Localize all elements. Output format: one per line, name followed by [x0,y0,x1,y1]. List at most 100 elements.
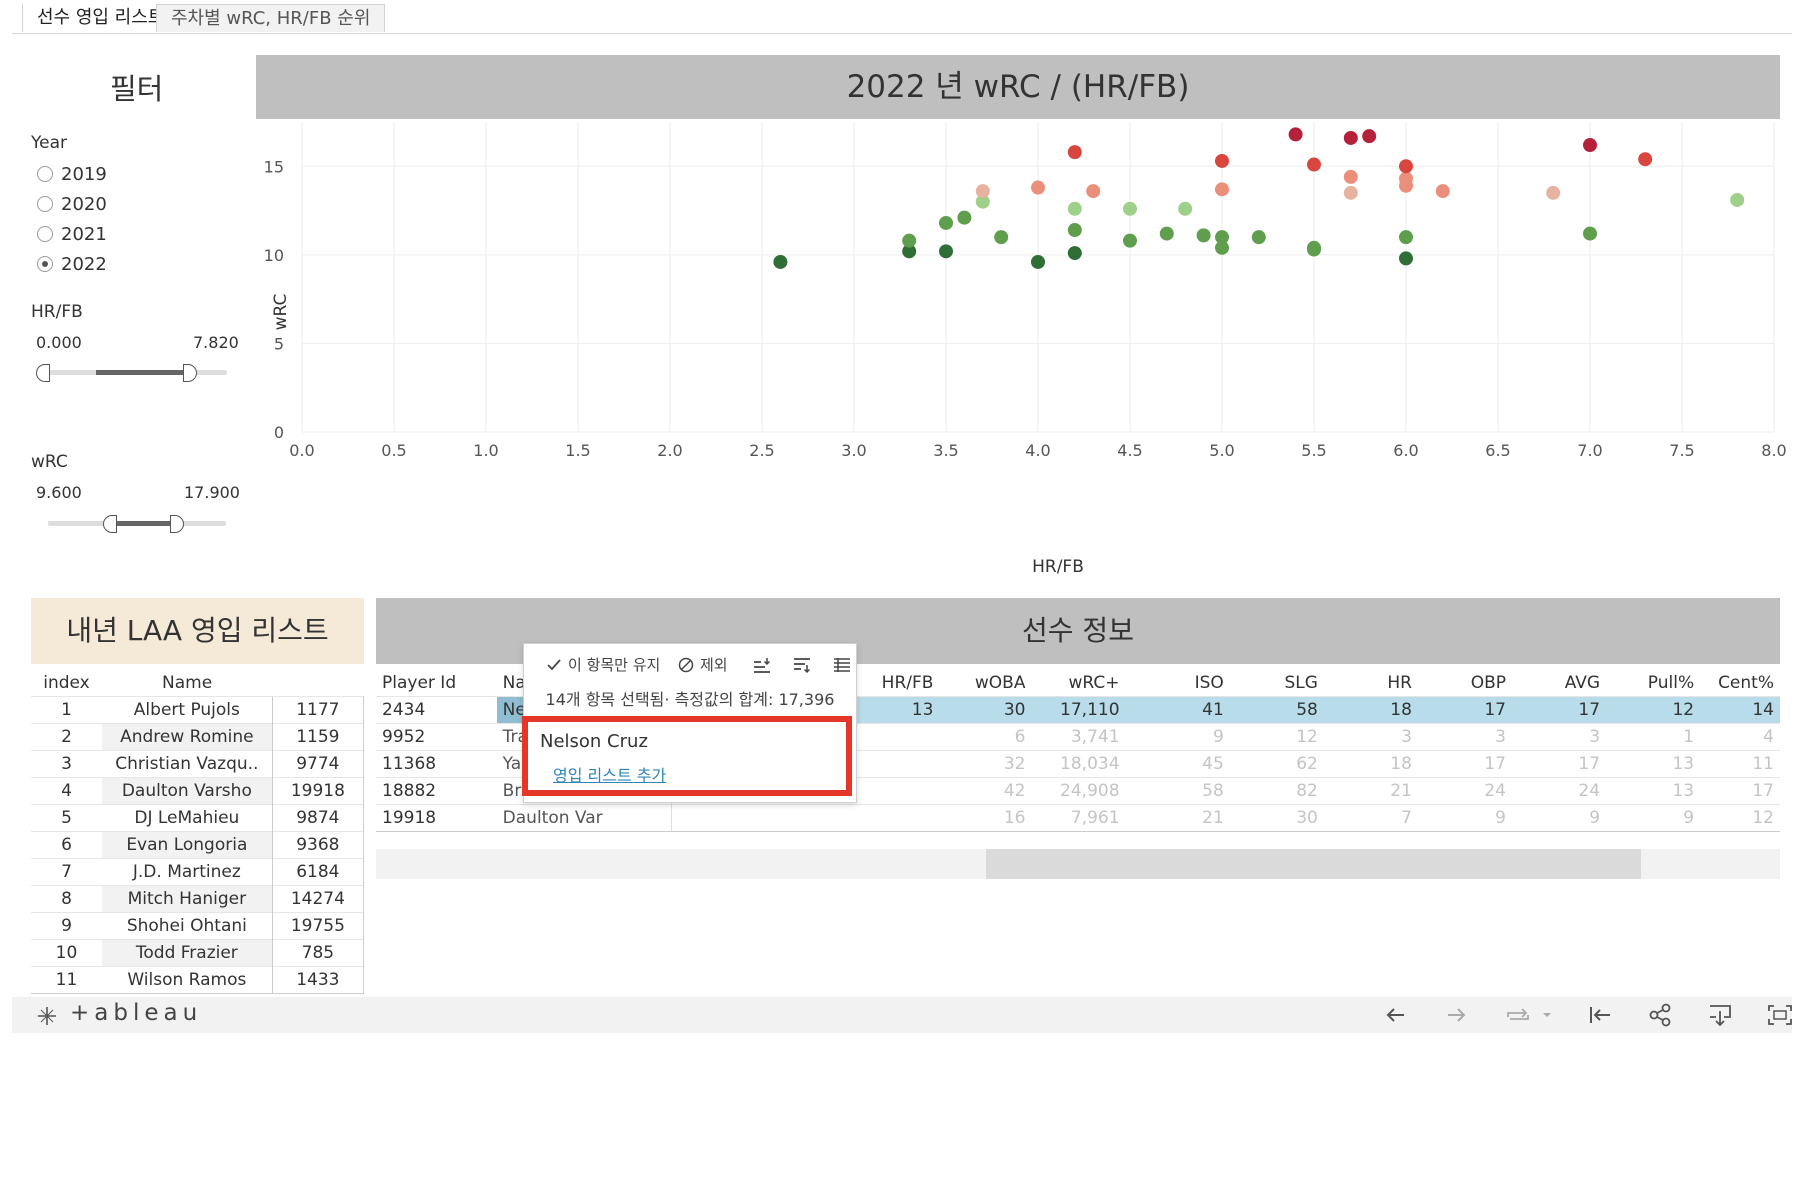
scatter-point[interactable] [1067,223,1082,238]
list-row[interactable]: 10 Todd Frazier 785 [31,939,365,967]
horizontal-scrollbar[interactable] [376,849,1780,879]
scatter-point[interactable] [1067,246,1082,261]
download-icon[interactable] [1706,1003,1734,1027]
share-icon[interactable] [1646,1003,1674,1027]
scatter-point[interactable] [1583,226,1597,241]
list-cell-id: 6184 [271,858,365,886]
year-radio-2019[interactable]: 2019 [37,162,107,186]
scatter-point[interactable] [1307,240,1321,255]
exclude-button[interactable]: 제외 [678,654,728,675]
info-column-header[interactable]: wRC+ [1031,670,1125,697]
info-row[interactable]: 19918 Daulton Var 16 7,961 21 30 7 9 9 9 12 [376,804,1780,832]
scatter-point[interactable] [1178,201,1193,216]
view-data-icon[interactable] [832,656,852,674]
hrfb-max-value[interactable]: 7.820 [193,333,239,352]
reset-icon[interactable] [1586,1003,1614,1027]
info-column-header[interactable]: Player Id [376,670,497,697]
x-tick-label: 3.0 [841,441,866,460]
chevron-down-icon[interactable] [1540,1003,1554,1027]
scatter-point[interactable] [902,233,917,248]
info-column-header[interactable]: HR [1324,670,1418,697]
info-column-header[interactable]: ISO [1126,670,1230,697]
tab-weekly-ranking[interactable]: 주차별 wRC, HR/FB 순위 [156,4,386,32]
info-column-header[interactable]: OBP [1418,670,1512,697]
info-column-header[interactable]: SLG [1230,670,1324,697]
scatter-point[interactable] [1399,159,1413,174]
scatter-point[interactable] [1123,233,1137,248]
scatter-point[interactable] [1196,228,1211,243]
scatter-point[interactable] [1399,251,1413,266]
scatter-point[interactable] [1546,185,1561,200]
scatter-point[interactable] [994,230,1009,245]
scatter-point[interactable] [975,184,990,199]
scatter-point[interactable] [1399,171,1413,186]
add-to-recruit-list-link[interactable]: 영입 리스트 추가 [553,762,666,786]
redo-icon[interactable] [1442,1003,1470,1027]
info-column-header[interactable]: Cent% [1700,670,1780,697]
sort-ascending-icon[interactable] [752,656,772,674]
scatter-point[interactable] [1399,230,1413,245]
sort-descending-icon[interactable] [792,656,812,674]
list-cell-index: 3 [31,750,102,778]
hrfb-slider-min-handle[interactable] [36,364,50,382]
wrc-slider-min-handle[interactable] [103,515,117,533]
revert-icon[interactable] [1504,1003,1532,1027]
list-row[interactable]: 6 Evan Longoria 9368 [31,831,365,859]
list-row[interactable]: 9 Shohei Ohtani 19755 [31,912,365,940]
scatter-point[interactable] [1067,201,1082,216]
scatter-point[interactable] [1435,184,1450,199]
wrc-max-value[interactable]: 17.900 [184,483,240,502]
list-row[interactable]: 8 Mitch Haniger 14274 [31,885,365,913]
x-tick-label: 1.5 [565,441,590,460]
scatter-point[interactable] [773,254,788,269]
info-column-header[interactable]: Pull% [1606,670,1700,697]
hrfb-slider-max-handle[interactable] [183,364,197,382]
scatter-point[interactable] [1307,157,1321,172]
scatter-point[interactable] [1159,226,1174,241]
keep-only-button[interactable]: 이 항목만 유지 [546,654,660,675]
scrollbar-thumb[interactable] [986,849,1641,879]
year-radio-2020[interactable]: 2020 [37,192,107,216]
list-row[interactable]: 7 J.D. Martinez 6184 [31,858,365,886]
scatter-point[interactable] [1215,182,1229,197]
scatter-point[interactable] [1067,145,1082,160]
tab-player-list[interactable]: 선수 영입 리스트 [22,4,179,32]
list-row[interactable]: 11 Wilson Ramos 1433 [31,966,365,994]
scatter-point[interactable] [939,244,953,259]
scatter-point[interactable] [1215,153,1229,168]
list-row[interactable]: 1 Albert Pujols 1177 [31,696,365,724]
scatter-point[interactable] [1288,127,1303,142]
scatter-point[interactable] [1031,254,1045,269]
scatter-point[interactable] [939,215,953,230]
scatter-point[interactable] [1638,152,1653,167]
year-option-label: 2022 [61,253,107,275]
undo-icon[interactable] [1382,1003,1410,1027]
wrc-slider-range [110,521,178,526]
scatter-point[interactable] [1031,180,1045,195]
fullscreen-icon[interactable] [1766,1003,1794,1027]
scatter-point[interactable] [1215,230,1229,245]
scatter-point[interactable] [957,210,972,225]
wrc-min-value[interactable]: 9.600 [36,483,82,502]
scatter-point[interactable] [1343,169,1358,184]
info-column-header[interactable]: AVG [1512,670,1606,697]
info-column-header[interactable]: wOBA [939,670,1031,697]
scatter-point[interactable] [1343,130,1358,145]
list-row[interactable]: 4 Daulton Varsho 19918 [31,777,365,805]
list-row[interactable]: 3 Christian Vazqu.. 9774 [31,750,365,778]
list-row[interactable]: 5 DJ LeMahieu 9874 [31,804,365,832]
scatter-point[interactable] [1123,201,1137,216]
info-column-header[interactable]: HR/FB [847,670,939,697]
scatter-point[interactable] [1343,185,1358,200]
year-radio-2022[interactable]: 2022 [37,252,107,276]
list-row[interactable]: 2 Andrew Romine 1159 [31,723,365,751]
hrfb-min-value[interactable]: 0.000 [36,333,82,352]
scatter-point[interactable] [1730,192,1745,207]
scatter-point[interactable] [1086,184,1101,199]
scatter-point[interactable] [1583,138,1597,153]
scatter-point[interactable] [1251,230,1266,245]
year-radio-2021[interactable]: 2021 [37,222,107,246]
wrc-slider-max-handle[interactable] [170,515,184,533]
scatter-point[interactable] [1362,129,1377,144]
year-label: Year [31,133,67,153]
